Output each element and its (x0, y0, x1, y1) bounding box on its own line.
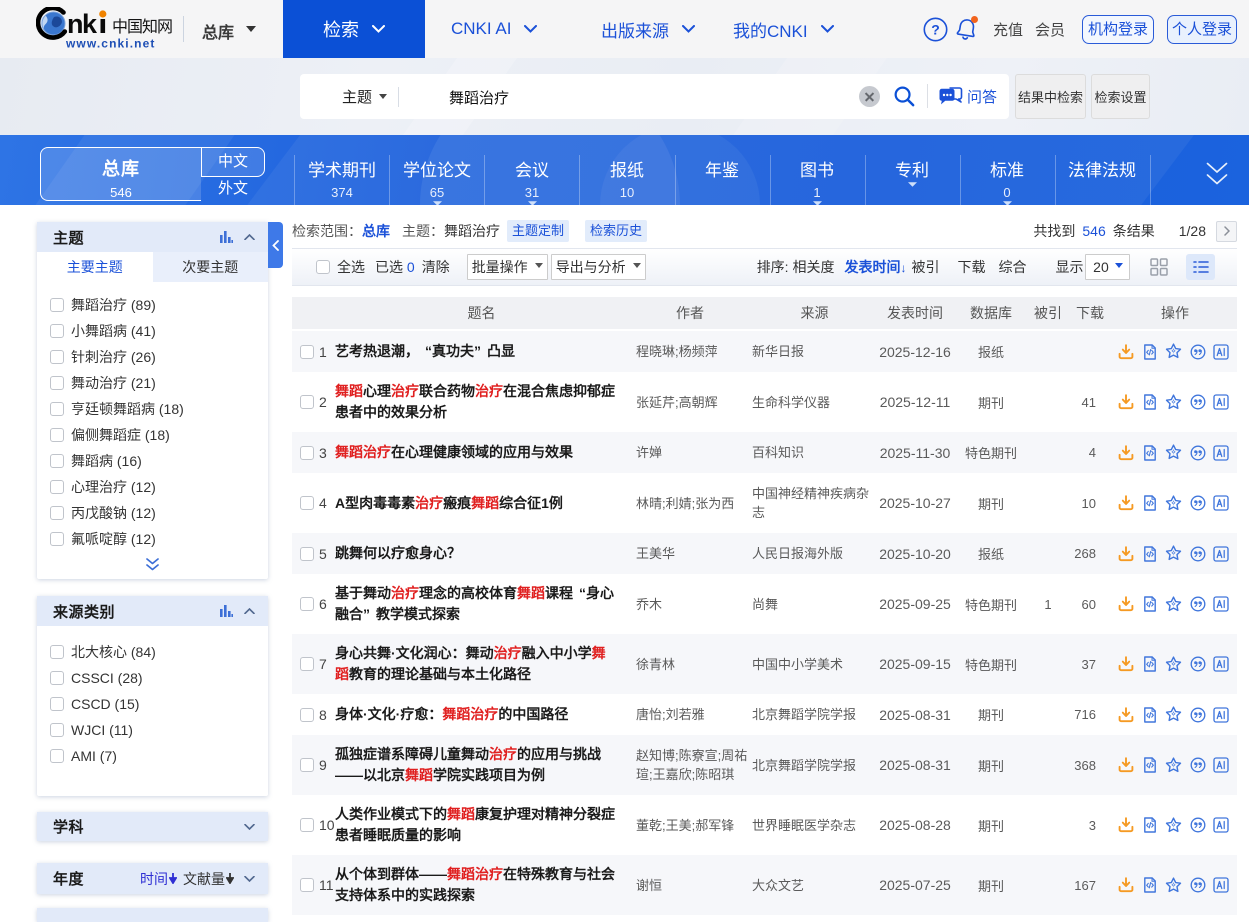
svg-text:中国知网: 中国知网 (112, 18, 172, 36)
svg-text:?: ? (931, 21, 940, 37)
svg-text:www.cnki.net: www.cnki.net (65, 37, 155, 51)
svg-text:nk: nk (67, 9, 98, 39)
